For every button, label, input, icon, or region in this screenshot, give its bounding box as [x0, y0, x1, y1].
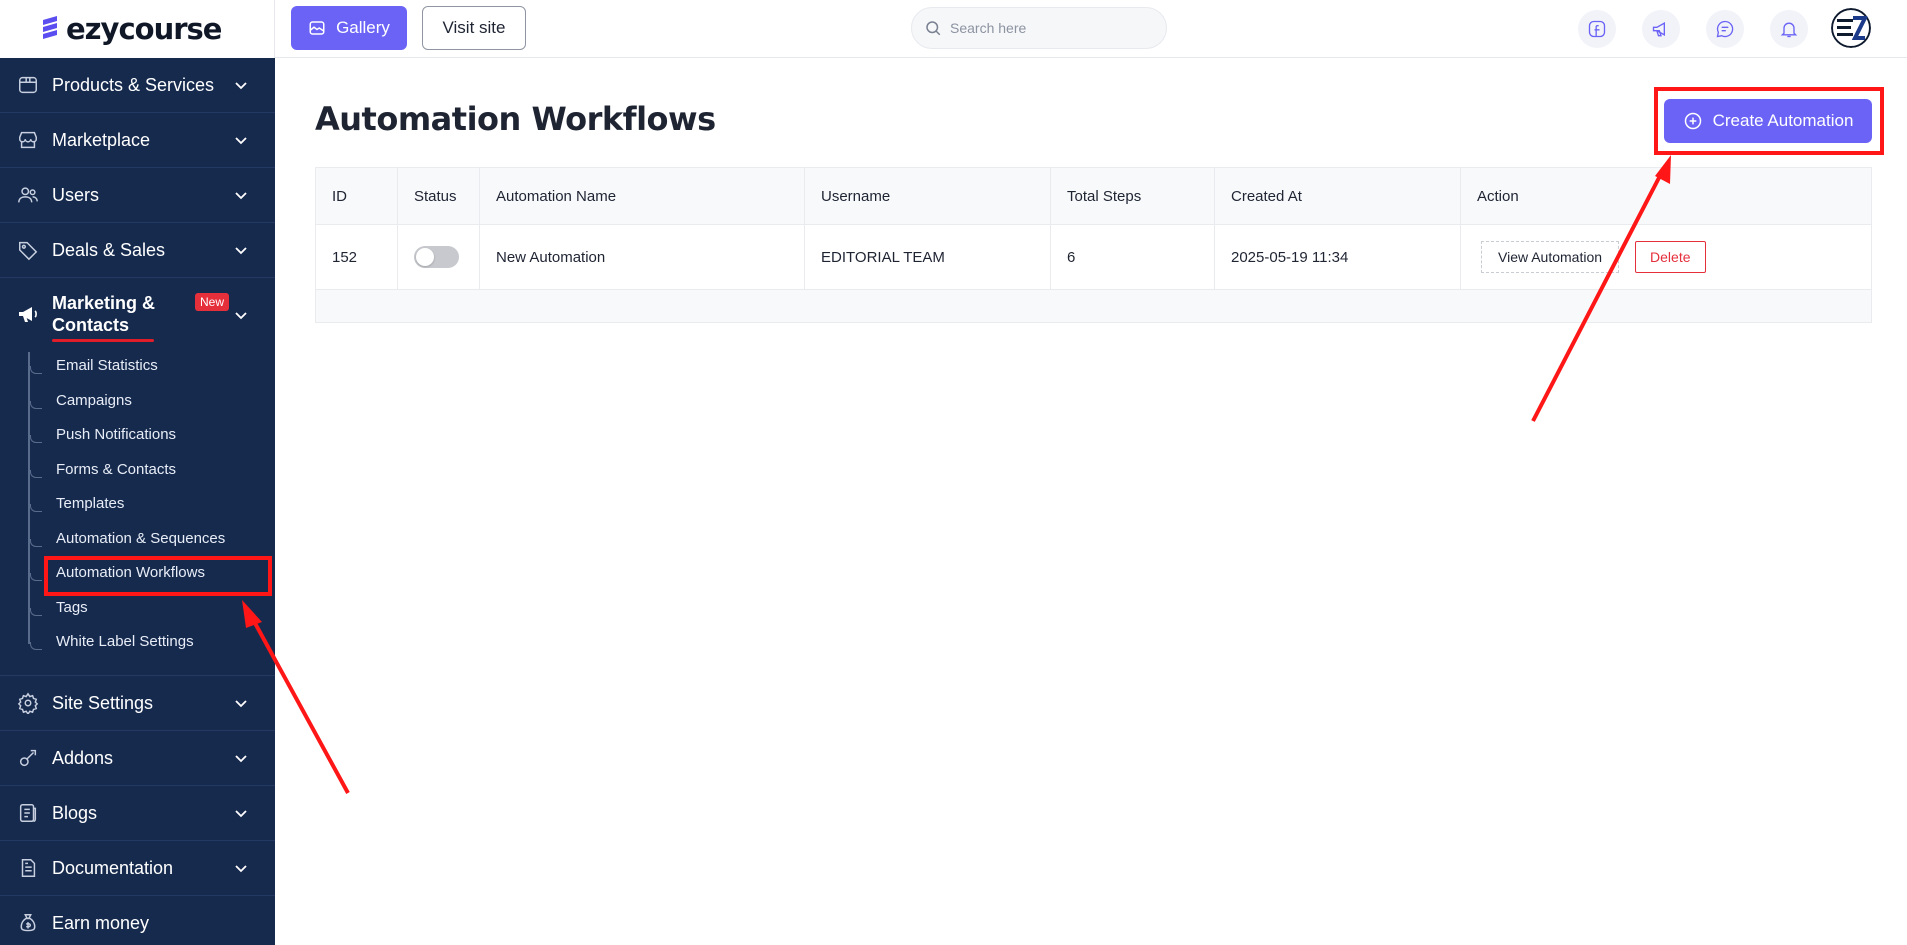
avatar-logo-icon	[1831, 8, 1871, 48]
header-action: Action	[1477, 187, 1519, 205]
sidebar-item-label: Addons	[52, 747, 114, 768]
sidebar-item-addons[interactable]: Addons	[0, 731, 275, 785]
submenu-email-statistics[interactable]: Email Statistics	[30, 357, 158, 374]
sidebar-item-label: Earn money	[52, 912, 150, 933]
sidebar-item-label: Documentation	[52, 857, 174, 878]
chevron-down-icon	[235, 312, 247, 320]
submenu-templates[interactable]: Templates	[30, 495, 124, 512]
cell-action: View Automation Delete	[1461, 225, 1871, 289]
table-header: ID Status Automation Name Username Total…	[316, 168, 1871, 225]
sidebar-item-label: Marketplace	[52, 129, 151, 150]
document-icon	[16, 856, 40, 880]
table-footer	[316, 290, 1871, 322]
sidebar: ezycourse Products & Services Marketplac…	[0, 0, 275, 945]
sidebar-item-products-services[interactable]: Products & Services	[0, 58, 275, 112]
cell-status	[398, 225, 480, 289]
visit-site-label: Visit site	[442, 18, 506, 37]
annotation-arrows	[242, 155, 1671, 794]
avatar[interactable]	[1831, 8, 1871, 48]
sidebar-item-label: Products & Services	[52, 74, 215, 95]
header-created-at: Created At	[1215, 168, 1461, 224]
visit-site-button[interactable]: Visit site	[422, 6, 526, 50]
sidebar-item-earn-money[interactable]: Earn money	[0, 896, 275, 945]
create-automation-button[interactable]: Create Automation	[1664, 99, 1872, 143]
cell-id: 152	[316, 225, 398, 289]
chevron-down-icon	[235, 137, 247, 145]
users-icon	[16, 183, 40, 207]
annotation-highlight-box	[44, 556, 272, 596]
table-row: 152 New Automation EDITORIAL TEAM 6 2025…	[316, 225, 1871, 290]
cell-automation-name: New Automation	[480, 225, 805, 289]
submenu-automation-sequences[interactable]: Automation & Sequences	[30, 530, 225, 547]
gallery-label: Gallery	[336, 18, 390, 37]
sidebar-item-deals-sales[interactable]: Deals & Sales	[0, 223, 275, 277]
gallery-button[interactable]: Gallery	[291, 6, 407, 50]
chevron-down-icon	[235, 247, 247, 255]
chat-icon[interactable]	[1706, 10, 1744, 48]
header-username: Username	[805, 168, 1051, 224]
plus-circle-icon	[1684, 112, 1701, 130]
sidebar-item-label: Marketing &	[52, 293, 156, 313]
search-icon	[926, 21, 941, 36]
sidebar-item-label: Users	[52, 184, 100, 205]
logo-mark-icon	[43, 16, 57, 39]
chevron-down-icon	[235, 865, 247, 873]
header-total-steps: Total Steps	[1051, 168, 1215, 224]
submenu-white-label-settings[interactable]: White Label Settings	[30, 633, 194, 650]
search-box	[911, 7, 1167, 49]
submenu-tags[interactable]: Tags	[30, 599, 88, 616]
cell-username: EDITORIAL TEAM	[805, 225, 1051, 289]
megaphone-icon[interactable]	[1642, 10, 1680, 48]
sidebar-item-label: Site Settings	[52, 692, 154, 713]
submenu-campaigns[interactable]: Campaigns	[30, 392, 132, 409]
facebook-icon[interactable]	[1578, 10, 1616, 48]
submenu-tree-line	[28, 352, 30, 644]
chevron-down-icon	[235, 700, 247, 708]
chevron-down-icon	[235, 810, 247, 818]
sidebar-item-marketplace[interactable]: Marketplace	[0, 113, 275, 167]
status-toggle[interactable]	[414, 246, 459, 268]
blog-icon	[16, 801, 40, 825]
sidebar-item-label: Blogs	[52, 802, 98, 823]
submenu-push-notifications[interactable]: Push Notifications	[30, 426, 176, 443]
header-id: ID	[316, 168, 398, 224]
annotation-underline	[52, 339, 154, 342]
bell-icon[interactable]	[1770, 10, 1808, 48]
settings-icon	[16, 691, 40, 715]
addons-icon	[16, 746, 40, 770]
sidebar-item-blogs[interactable]: Blogs	[0, 786, 275, 840]
submenu-forms-contacts[interactable]: Forms & Contacts	[30, 461, 176, 478]
megaphone-icon	[19, 307, 37, 322]
tag-icon	[16, 238, 40, 262]
money-bag-icon	[16, 911, 40, 935]
header-automation-name: Automation Name	[480, 168, 805, 224]
sidebar-item-label: Deals & Sales	[52, 239, 166, 260]
brand-name: ezycourse	[66, 12, 222, 46]
box-icon	[16, 73, 40, 97]
new-badge: New	[195, 293, 230, 311]
sidebar-item-label: Contacts	[52, 315, 130, 335]
search-input[interactable]	[950, 20, 1150, 36]
cell-created-at: 2025-05-19 11:34	[1215, 225, 1461, 289]
chevron-down-icon	[235, 755, 247, 763]
store-icon	[16, 128, 40, 152]
sidebar-item-site-settings[interactable]: Site Settings	[0, 676, 275, 730]
page-title: Automation Workflows	[315, 100, 716, 138]
divider	[0, 277, 275, 278]
top-bar: Gallery Visit site	[275, 0, 1907, 58]
create-automation-label: Create Automation	[1712, 111, 1854, 130]
sidebar-item-users[interactable]: Users	[0, 168, 275, 222]
gallery-icon	[309, 21, 325, 35]
sidebar-item-documentation[interactable]: Documentation	[0, 841, 275, 895]
logo[interactable]: ezycourse	[0, 0, 275, 58]
chevron-down-icon	[235, 82, 247, 90]
chevron-down-icon	[235, 192, 247, 200]
delete-button[interactable]: Delete	[1635, 241, 1706, 273]
view-automation-button[interactable]: View Automation	[1481, 241, 1620, 273]
header-status: Status	[398, 168, 480, 224]
cell-total-steps: 6	[1051, 225, 1215, 289]
automation-table: ID Status Automation Name Username Total…	[315, 167, 1872, 323]
sidebar-item-marketing-contacts[interactable]: Marketing & Contacts New	[0, 288, 275, 342]
